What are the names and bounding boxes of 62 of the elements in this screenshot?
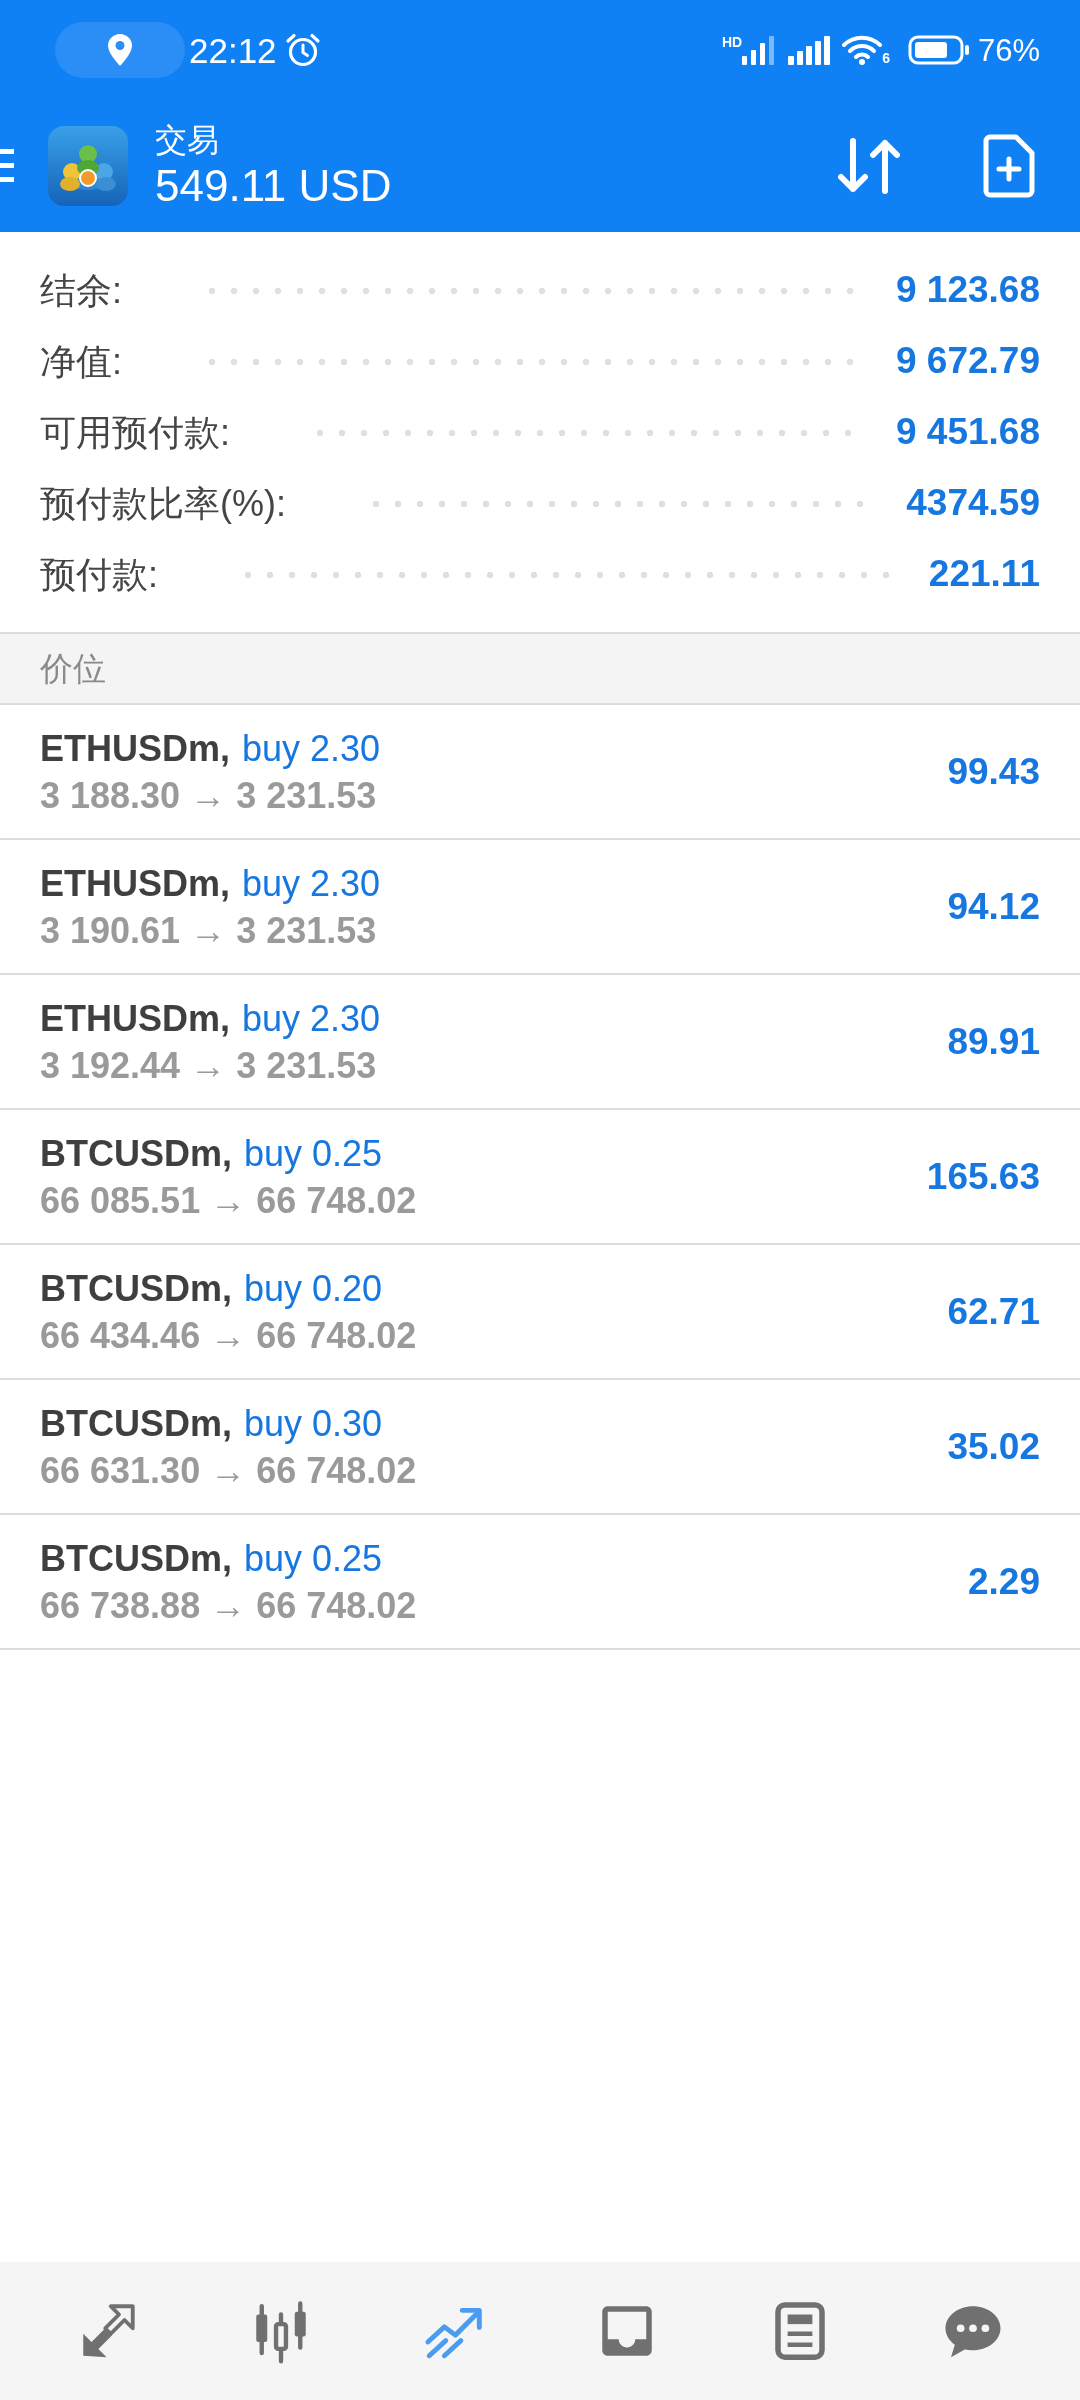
order-text: buy 0.25: [244, 1536, 383, 1581]
symbol-text: ETHUSDm,: [40, 861, 231, 906]
price-text: 66 738.88 → 66 748.02: [40, 1583, 417, 1628]
symbol-text: BTCUSDm,: [40, 1536, 232, 1581]
summary-label: 预付款:: [40, 552, 158, 597]
symbol-text: ETHUSDm,: [40, 726, 231, 771]
profit-value: 35.02: [947, 1424, 1040, 1469]
position-row[interactable]: ETHUSDm, buy 2.30 3 190.61 → 3 231.53 94.12: [0, 840, 1080, 975]
signal-icon: [742, 35, 777, 65]
battery-percent: 76%: [977, 34, 1040, 66]
price-text: 66 085.51 → 66 748.02: [40, 1178, 417, 1223]
profit-value: 62.71: [947, 1289, 1040, 1334]
summary-label: 净值:: [40, 339, 122, 384]
sort-arrows-icon[interactable]: [837, 137, 901, 195]
clock-time: 22:12: [189, 32, 277, 68]
price-text: 3 188.30 → 3 231.53: [40, 773, 377, 818]
summary-value: 9 451.68: [895, 410, 1040, 455]
profit-value: 99.43: [947, 749, 1040, 794]
account-balance: 549.11 USD: [155, 159, 392, 212]
alarm-clock-icon: [284, 32, 321, 68]
position-row[interactable]: ETHUSDm, buy 2.30 3 188.30 → 3 231.53 99.43: [0, 705, 1080, 840]
network-type-label: HD: [721, 35, 743, 49]
profit-value: 2.29: [968, 1559, 1040, 1604]
position-row[interactable]: ETHUSDm, buy 2.30 3 192.44 → 3 231.53 89.91: [0, 975, 1080, 1110]
order-text: buy 2.30: [242, 726, 381, 771]
signal-icon: [788, 35, 831, 65]
order-text: buy 2.30: [242, 996, 381, 1041]
summary-label: 可用预付款:: [40, 410, 230, 455]
profit-value: 89.91: [947, 1019, 1040, 1064]
order-text: buy 0.30: [244, 1401, 383, 1446]
position-row[interactable]: BTCUSDm, buy 0.20 66 434.46 → 66 748.02 62.71: [0, 1245, 1080, 1380]
symbol-text: BTCUSDm,: [40, 1266, 232, 1311]
position-row[interactable]: BTCUSDm, buy 0.30 66 631.30 → 66 748.02 35.02: [0, 1380, 1080, 1515]
summary-value: 9 672.79: [895, 339, 1040, 384]
summary-value: 9 123.68: [895, 268, 1040, 313]
summary-label: 结余:: [40, 268, 122, 313]
order-text: buy 0.25: [244, 1131, 383, 1176]
battery-icon: [907, 35, 970, 65]
position-row[interactable]: BTCUSDm, buy 0.25 66 738.88 → 66 748.02 2.29: [0, 1515, 1080, 1650]
symbol-text: ETHUSDm,: [40, 996, 231, 1041]
symbol-text: BTCUSDm,: [40, 1401, 232, 1446]
price-text: 66 434.46 → 66 748.02: [40, 1313, 417, 1358]
wifi-icon: [842, 35, 883, 65]
profit-value: 94.12: [947, 884, 1040, 929]
new-document-icon[interactable]: [983, 134, 1035, 198]
price-text: 3 190.61 → 3 231.53: [40, 908, 377, 953]
summary-label: 预付款比率(%):: [40, 481, 286, 526]
wifi-standard-label: 6: [882, 51, 890, 65]
summary-value: 4374.59: [906, 481, 1040, 526]
position-row[interactable]: BTCUSDm, buy 0.25 66 085.51 → 66 748.02 165.63: [0, 1110, 1080, 1245]
screen-title: 交易: [155, 120, 220, 160]
order-text: buy 0.20: [244, 1266, 383, 1311]
profit-value: 165.63: [926, 1154, 1040, 1199]
price-text: 3 192.44 → 3 231.53: [40, 1043, 377, 1088]
section-title: 价位: [40, 648, 106, 689]
menu-icon[interactable]: [0, 149, 14, 183]
order-text: buy 2.30: [242, 861, 381, 906]
app-logo-icon: [48, 126, 128, 206]
symbol-text: BTCUSDm,: [40, 1131, 232, 1176]
summary-value: 221.11: [928, 552, 1040, 597]
price-text: 66 631.30 → 66 748.02: [40, 1448, 417, 1493]
location-icon: [55, 22, 185, 78]
